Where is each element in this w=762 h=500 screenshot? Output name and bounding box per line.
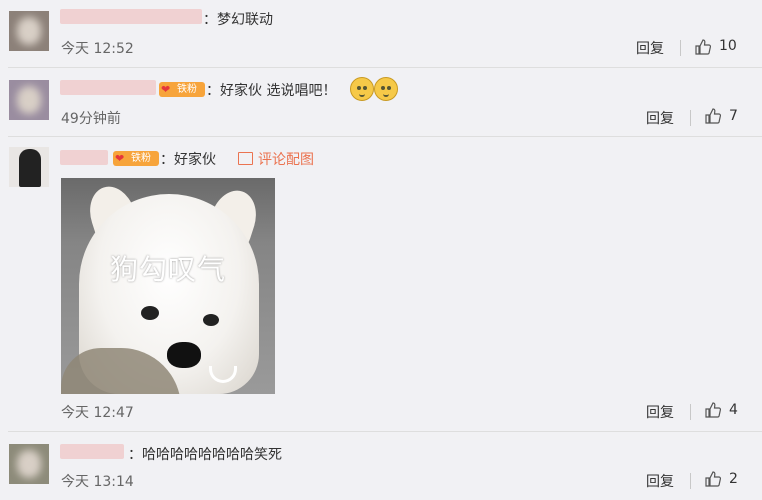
avatar[interactable] (9, 80, 49, 120)
heart-icon: ❤ (115, 152, 125, 165)
comment-image-link[interactable]: 评论配图 (258, 149, 314, 169)
avatar[interactable] (9, 11, 49, 51)
comment-image[interactable]: 狗勾叹气 (61, 178, 275, 394)
heart-icon: ❤ (161, 83, 171, 96)
comment-text: ：哈哈哈哈哈哈哈哈笑死 (128, 447, 282, 463)
reply-button[interactable]: 回复 (646, 471, 674, 491)
like-count: 10 (719, 38, 737, 54)
reply-button[interactable]: 回复 (646, 402, 674, 422)
dog-eye (141, 306, 159, 320)
reply-button[interactable]: 回复 (646, 108, 674, 128)
dog-nose (167, 342, 201, 368)
thumbs-up-icon[interactable] (704, 401, 722, 419)
separator (680, 40, 681, 56)
dog-eye (203, 314, 219, 326)
username-redacted[interactable] (60, 9, 202, 24)
username-redacted[interactable] (60, 150, 108, 165)
comment-text: ：好家伙 选说唱吧！ (206, 83, 337, 99)
comment-item: ❤ 铁粉 ：好家伙 评论配图 狗勾叹气 今天 12:47 回复 4 (0, 137, 762, 431)
thumbs-up-icon[interactable] (704, 107, 722, 125)
fan-badge: ❤ 铁粉 (159, 82, 205, 97)
username-redacted[interactable] (60, 80, 156, 95)
like-count: 4 (729, 402, 738, 418)
username-redacted[interactable] (60, 444, 124, 459)
avatar[interactable] (9, 147, 49, 187)
fan-badge: ❤ 铁粉 (113, 151, 159, 166)
comment-time: 今天 12:52 (61, 41, 134, 57)
thumbs-up-icon[interactable] (694, 38, 712, 56)
comment-time: 今天 13:14 (61, 474, 134, 490)
like-count: 7 (729, 108, 738, 124)
like-count: 2 (729, 471, 738, 487)
image-icon[interactable] (238, 152, 253, 165)
comment-item: ：哈哈哈哈哈哈哈哈笑死 今天 13:14 回复 2 (0, 432, 762, 500)
doge-icon (374, 77, 398, 101)
avatar[interactable] (9, 444, 49, 484)
comment-time: 今天 12:47 (61, 405, 134, 421)
comment-text: ：好家伙 (160, 152, 216, 168)
comment-item: ：梦幻联动 今天 12:52 回复 10 (0, 0, 762, 68)
image-caption: 狗勾叹气 (109, 253, 226, 286)
comment-time: 49分钟前 (61, 111, 121, 127)
separator (690, 473, 691, 489)
separator (690, 404, 691, 420)
doge-icon (350, 77, 374, 101)
comment-text: ：梦幻联动 (203, 12, 273, 28)
reply-button[interactable]: 回复 (636, 38, 664, 58)
comment-item: ❤ 铁粉 ：好家伙 选说唱吧！ 49分钟前 回复 7 (0, 68, 762, 136)
thumbs-up-icon[interactable] (704, 470, 722, 488)
separator (690, 110, 691, 126)
